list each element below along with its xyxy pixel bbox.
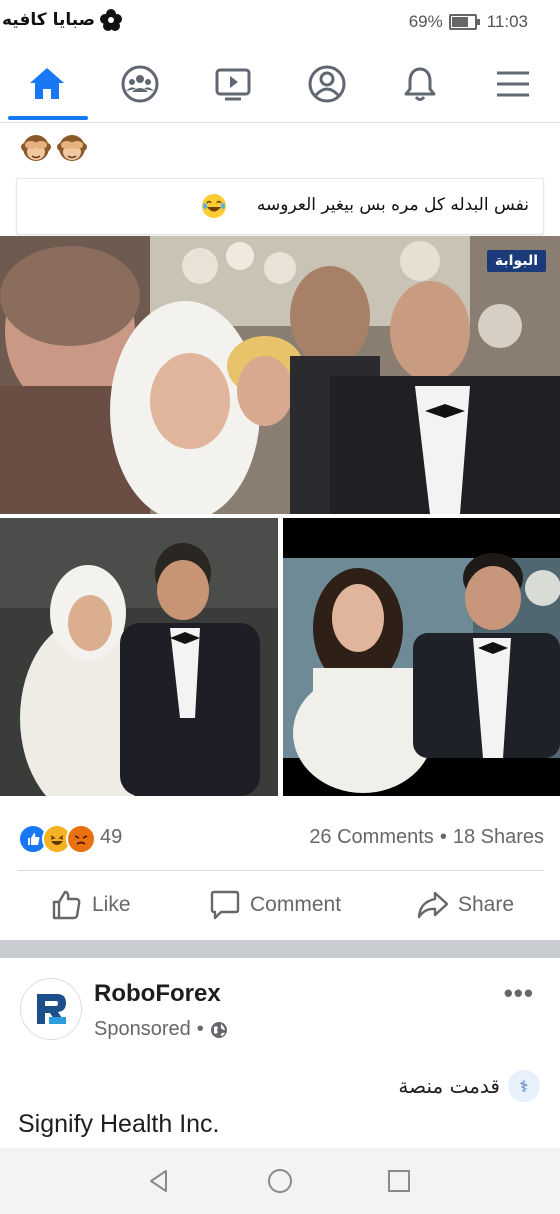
sponsored-post: RoboForex Sponsored • ••• ⚕ قدمت منصة Si… [0, 958, 560, 1148]
ad-text-line: ⚕ قدمت منصة [398, 1070, 540, 1102]
back-button[interactable] [144, 1166, 174, 1196]
flower-icon [100, 9, 123, 31]
globe-icon [210, 1021, 227, 1038]
tears-of-joy-icon [202, 194, 226, 218]
watermark-text: صبايا كافيه [2, 10, 96, 30]
shares-count[interactable]: 18 Shares [453, 826, 544, 849]
home-icon [29, 68, 64, 99]
tab-profile[interactable] [280, 46, 373, 122]
angry-reaction-icon [66, 824, 96, 854]
caption-text: نفس البدله كل مره بس بيغير العروسه [256, 195, 529, 215]
like-button[interactable]: Like [50, 888, 131, 922]
roboforex-logo-icon [37, 994, 66, 1024]
advertiser-avatar[interactable] [20, 978, 82, 1040]
comment-icon [210, 890, 240, 920]
tab-menu[interactable] [466, 46, 559, 122]
sponsored-label: Sponsored • [94, 1018, 228, 1041]
see-no-evil-monkey-icon [57, 135, 87, 161]
tab-home[interactable] [0, 46, 93, 122]
tab-watch[interactable] [186, 46, 279, 122]
profile-icon [308, 65, 345, 103]
top-navigation [0, 46, 560, 123]
divider [18, 870, 544, 871]
home-circle-icon [268, 1169, 292, 1193]
share-button[interactable]: Share [416, 888, 514, 922]
post-actions: Like Comment Share [0, 876, 560, 938]
menu-icon [496, 71, 529, 97]
caduceus-icon: ⚕ [508, 1070, 540, 1102]
comment-button[interactable]: Comment [208, 888, 341, 922]
shared-post-caption[interactable]: نفس البدله كل مره بس بيغير العروسه [16, 178, 544, 235]
post-emoji-row [20, 132, 88, 170]
stats-separator: • [439, 826, 447, 848]
recents-square-icon [388, 1170, 410, 1192]
reactions-summary[interactable]: 49 26 Comments • 18 Shares [18, 820, 544, 856]
battery-icon [448, 14, 480, 30]
sponsored-separator: • [196, 1018, 204, 1040]
ad-text-english: Signify Health Inc. [18, 1110, 220, 1138]
couple-photo-illustration [0, 518, 278, 796]
tab-notifications[interactable] [373, 46, 466, 122]
system-navigation-bar [0, 1148, 560, 1214]
advertiser-name[interactable]: RoboForex [94, 980, 221, 1008]
groups-icon [121, 65, 158, 103]
see-no-evil-monkey-icon [21, 135, 51, 161]
reaction-icons [18, 824, 96, 854]
tab-groups[interactable] [93, 46, 186, 122]
clock: 11:03 [486, 12, 528, 31]
share-icon [417, 891, 449, 919]
recents-button[interactable] [384, 1166, 414, 1196]
news-source-badge: البوابة [486, 250, 546, 272]
feed-separator [0, 940, 560, 958]
share-label: Share [458, 893, 515, 916]
couple-photo-illustration [283, 518, 560, 796]
active-tab-indicator [8, 116, 88, 120]
ad-text-arabic: قدمت منصة [398, 1074, 500, 1098]
post-photo-right[interactable] [283, 518, 560, 796]
more-options-button[interactable]: ••• [504, 978, 534, 1009]
post-photo-left[interactable] [0, 518, 278, 796]
watermark-logo: صبايا كافيه [2, 4, 125, 36]
status-bar: صبايا كافيه 69% 11:03 [0, 0, 560, 46]
like-label: Like [92, 893, 131, 916]
group-photo-illustration [0, 236, 560, 514]
sponsored-text: Sponsored [94, 1018, 191, 1040]
status-indicators: 69% 11:03 [409, 12, 528, 32]
comment-label: Comment [250, 893, 342, 916]
reaction-count: 49 [100, 826, 123, 848]
post-stats: 26 Comments • 18 Shares [309, 826, 544, 849]
comments-count[interactable]: 26 Comments [309, 826, 434, 849]
back-icon [150, 1170, 167, 1192]
bell-icon [404, 67, 435, 101]
battery-percent: 69% [408, 12, 443, 31]
post-photo-group[interactable]: البوابة [0, 236, 560, 514]
video-icon [215, 68, 250, 101]
thumbs-up-icon [52, 890, 81, 920]
home-system-button[interactable] [265, 1166, 295, 1196]
